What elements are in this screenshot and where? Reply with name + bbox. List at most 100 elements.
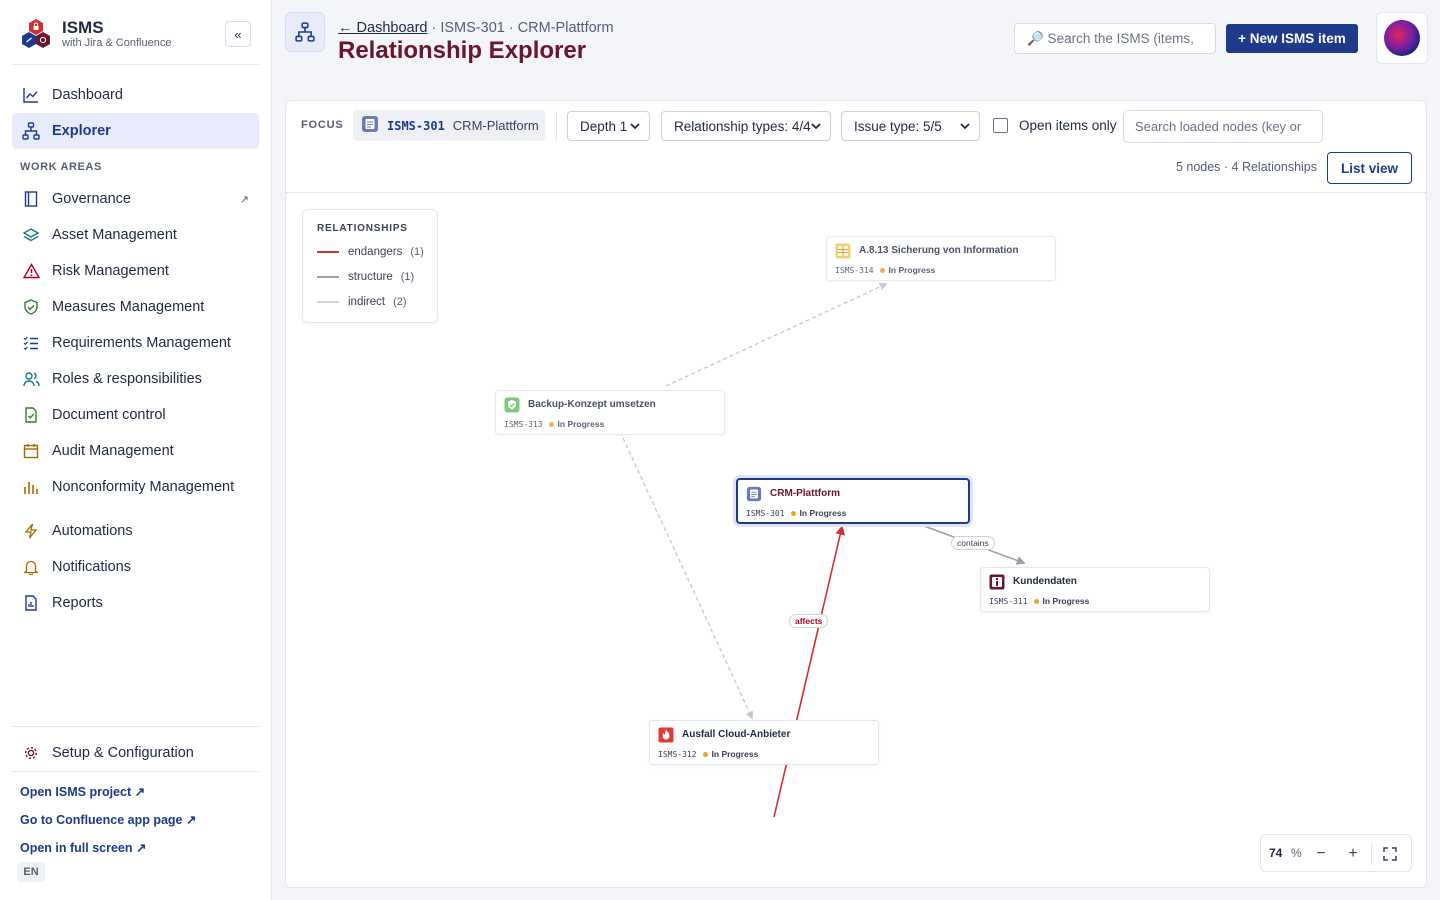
divider bbox=[1371, 843, 1372, 865]
gear-icon bbox=[22, 744, 40, 762]
zoom-value: 74 bbox=[1269, 846, 1283, 860]
search-nodes-input[interactable]: Search loaded nodes (key or bbox=[1123, 110, 1323, 143]
nav-requirements-management[interactable]: Requirements Management bbox=[12, 325, 259, 361]
node-title: Kundendaten bbox=[1013, 576, 1077, 587]
language-selector[interactable]: EN bbox=[17, 862, 45, 882]
section-label-work-areas: WORK AREAS bbox=[20, 161, 102, 173]
nav-governance[interactable]: Governance ↗ bbox=[12, 181, 259, 217]
information-icon bbox=[989, 574, 1005, 590]
nav-label: Explorer bbox=[52, 123, 111, 139]
nav-label: Roles & responsibilities bbox=[52, 371, 202, 387]
brand-name: ISMS bbox=[62, 18, 104, 37]
nav-explorer[interactable]: Explorer bbox=[12, 113, 259, 149]
fullscreen-icon[interactable] bbox=[1378, 842, 1402, 866]
nav-dashboard[interactable]: Dashboard bbox=[12, 77, 259, 113]
breadcrumb-trail: · ISMS-301 · CRM-Plattform bbox=[427, 20, 614, 36]
nav-roles-responsibilities[interactable]: Roles & responsibilities bbox=[12, 361, 259, 397]
document-check-icon bbox=[22, 406, 40, 424]
nav-risk-management[interactable]: Risk Management bbox=[12, 253, 259, 289]
zoom-unit: % bbox=[1291, 846, 1302, 860]
list-view-button[interactable]: List view bbox=[1327, 152, 1412, 184]
collapse-sidebar-button[interactable]: « bbox=[225, 21, 251, 47]
legend-label: indirect bbox=[348, 296, 386, 308]
node-meta: ISMS-312 In Progress bbox=[658, 749, 758, 759]
edge-label-contains: contains bbox=[951, 536, 995, 550]
nav-notifications[interactable]: Notifications bbox=[12, 549, 259, 585]
layers-icon bbox=[22, 226, 40, 244]
chevron-down-icon bbox=[630, 123, 640, 130]
external-link-icon: ↗ bbox=[239, 193, 249, 206]
nav-reports[interactable]: Reports bbox=[12, 585, 259, 621]
open-items-only-toggle[interactable]: Open items only bbox=[993, 118, 1117, 133]
legend-swatch bbox=[317, 276, 339, 278]
node-title: Ausfall Cloud-Anbieter bbox=[682, 729, 791, 740]
node-key: ISMS-311 bbox=[989, 596, 1028, 606]
edge-affects-312-301[interactable] bbox=[773, 525, 845, 818]
hierarchy-icon bbox=[22, 122, 40, 140]
node-title: CRM-Plattform bbox=[770, 488, 840, 499]
nav-label: Automations bbox=[52, 523, 133, 539]
node-status: In Progress bbox=[557, 419, 605, 429]
edge-indirect-313-314[interactable] bbox=[665, 283, 888, 387]
focus-chip[interactable]: ISMS-301 CRM-Plattform bbox=[353, 110, 545, 141]
graph-counts: 5 nodes · 4 Relationships bbox=[1175, 160, 1317, 174]
calendar-icon bbox=[22, 442, 40, 460]
explorer-panel: FOCUS ISMS-301 CRM-Plattform Depth 1 Rel… bbox=[285, 100, 1427, 888]
zoom-controls: 74 % − + bbox=[1260, 834, 1412, 872]
users-icon bbox=[22, 370, 40, 388]
nav-document-control[interactable]: Document control bbox=[12, 397, 259, 433]
bar-chart-icon bbox=[22, 478, 40, 496]
nav-setup-configuration[interactable]: Setup & Configuration bbox=[12, 735, 259, 771]
node-title: A.8.13 Sicherung von Information bbox=[859, 245, 1019, 256]
node-meta: ISMS-314 In Progress bbox=[835, 265, 935, 275]
asset-icon bbox=[746, 486, 762, 502]
confluence-app-page-link[interactable]: Go to Confluence app page ↗ bbox=[20, 812, 196, 827]
open-items-only-checkbox[interactable] bbox=[993, 118, 1008, 133]
breadcrumb-back-link[interactable]: ← Dashboard bbox=[338, 20, 427, 36]
depth-select[interactable]: Depth 1 bbox=[567, 111, 650, 141]
node-status: In Progress bbox=[1042, 596, 1090, 606]
nav-automations[interactable]: Automations bbox=[12, 513, 259, 549]
nav-measures-management[interactable]: Measures Management bbox=[12, 289, 259, 325]
relationship-types-value: Relationship types: 4/4 bbox=[674, 119, 811, 134]
status-dot bbox=[790, 510, 796, 516]
global-search-input[interactable]: 🔎 Search the ISMS (items, bbox=[1014, 23, 1216, 54]
open-isms-project-link[interactable]: Open ISMS project ↗ bbox=[20, 784, 145, 799]
asset-icon bbox=[361, 115, 379, 136]
graph-canvas[interactable]: RELATIONSHIPS endangers (1) structure (1… bbox=[286, 193, 1426, 887]
graph-node-isms-311[interactable]: Kundendaten ISMS-311 In Progress bbox=[980, 567, 1210, 612]
legend-label: endangers bbox=[348, 246, 403, 258]
nav-nonconformity-management[interactable]: Nonconformity Management bbox=[12, 469, 259, 505]
edge-label-affects: affects bbox=[789, 614, 829, 628]
graph-node-isms-313[interactable]: Backup-Konzept umsetzen ISMS-313 In Progr… bbox=[495, 390, 725, 435]
user-menu-button[interactable] bbox=[1376, 12, 1428, 64]
node-status: In Progress bbox=[799, 508, 847, 518]
control-icon bbox=[835, 243, 851, 259]
issue-type-select[interactable]: Issue type: 5/5 bbox=[841, 111, 980, 141]
edge-indirect-313-312[interactable] bbox=[622, 437, 753, 720]
book-icon bbox=[22, 190, 40, 208]
relationship-types-select[interactable]: Relationship types: 4/4 bbox=[661, 111, 831, 141]
nav-asset-management[interactable]: Asset Management bbox=[12, 217, 259, 253]
node-key: ISMS-313 bbox=[504, 419, 543, 429]
zoom-out-button[interactable]: − bbox=[1309, 842, 1333, 866]
graph-node-isms-301-focus[interactable]: CRM-Plattform ISMS-301 In Progress bbox=[736, 478, 970, 524]
new-isms-item-button[interactable]: + New ISMS item bbox=[1226, 24, 1358, 53]
report-icon bbox=[22, 594, 40, 612]
graph-node-isms-312[interactable]: Ausfall Cloud-Anbieter ISMS-312 In Progre… bbox=[649, 720, 879, 765]
open-items-only-label: Open items only bbox=[1019, 118, 1117, 133]
node-meta: ISMS-311 In Progress bbox=[989, 596, 1089, 606]
status-dot bbox=[1033, 598, 1039, 604]
avatar bbox=[1384, 20, 1420, 56]
nav-label: Asset Management bbox=[52, 227, 177, 243]
legend-count: (1) bbox=[400, 271, 415, 283]
legend-count: (2) bbox=[393, 296, 407, 308]
zoom-in-button[interactable]: + bbox=[1341, 842, 1365, 866]
brand-subtitle: with Jira & Confluence bbox=[62, 37, 172, 49]
nav-audit-management[interactable]: Audit Management bbox=[12, 433, 259, 469]
issue-type-value: Issue type: 5/5 bbox=[854, 119, 942, 134]
graph-node-isms-314[interactable]: A.8.13 Sicherung von Information ISMS-31… bbox=[826, 236, 1056, 281]
nav-label: Risk Management bbox=[52, 263, 169, 279]
nav-label: Governance bbox=[52, 191, 131, 207]
open-full-screen-link[interactable]: Open in full screen ↗ bbox=[20, 840, 146, 855]
